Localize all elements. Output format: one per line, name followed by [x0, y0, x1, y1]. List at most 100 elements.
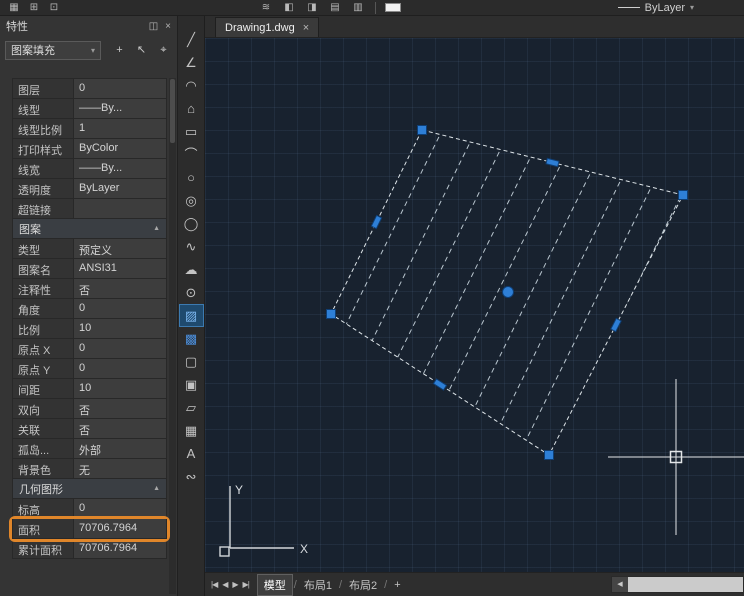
close-tab-icon[interactable]: × — [303, 22, 309, 34]
pickadd-toggle-button[interactable]: + — [111, 42, 128, 59]
property-value[interactable]: 预定义 — [74, 239, 167, 259]
ortho-icon[interactable]: ⊡ — [46, 1, 62, 15]
property-value[interactable]: 0 — [74, 359, 167, 379]
layout-nav-button-0[interactable]: |◀ — [211, 580, 217, 589]
property-value[interactable]: 70706.7964 — [74, 519, 167, 539]
layout-tab-布局1[interactable]: 布局1 — [298, 575, 338, 595]
property-value[interactable]: 0 — [74, 79, 167, 99]
scrollbar-thumb[interactable] — [628, 577, 743, 592]
property-row[interactable]: 线型比例1 — [12, 119, 167, 139]
center-grip[interactable] — [503, 287, 514, 298]
scroll-left-button[interactable]: ◀ — [612, 577, 628, 592]
viewport-icon[interactable]: ▥ — [350, 1, 366, 15]
vertex-grip[interactable] — [679, 191, 688, 200]
hatch-pattern-lines[interactable] — [308, 89, 704, 462]
arc-3point-icon[interactable]: ⌒ — [179, 143, 204, 166]
menu-grid-icon[interactable]: ▦ — [6, 1, 22, 15]
collapse-icon[interactable]: ▲ — [153, 225, 160, 232]
layout-tab-+[interactable]: + — [388, 577, 406, 593]
panel-scrollbar-thumb[interactable] — [170, 79, 175, 143]
midpoint-grip[interactable] — [371, 215, 381, 228]
horizontal-scrollbar[interactable]: ◀ — [611, 576, 744, 593]
quick-select-button[interactable]: ⌖ — [155, 42, 172, 59]
gradient-icon[interactable]: ▩ — [179, 327, 204, 350]
layout-nav-button-2[interactable]: ▶ — [232, 580, 237, 589]
vertex-grip[interactable] — [327, 310, 336, 319]
property-row[interactable]: 透明度ByLayer — [12, 179, 167, 199]
auto-hide-icon[interactable]: ◫ — [149, 21, 158, 32]
midpoint-grip[interactable] — [611, 318, 621, 331]
property-value[interactable]: ByColor — [74, 139, 167, 159]
ellipse-icon[interactable]: ◯ — [179, 212, 204, 235]
property-row[interactable]: 累计面积70706.7964 — [12, 539, 167, 559]
property-row[interactable]: 间距10 — [12, 379, 167, 399]
polygon-icon[interactable]: ⌂ — [179, 97, 204, 120]
polyline-icon[interactable]: ∠ — [179, 51, 204, 74]
property-row[interactable]: 图层0 — [12, 79, 167, 99]
text-icon[interactable]: A — [179, 442, 204, 465]
property-row[interactable]: 图案名ANSI31 — [12, 259, 167, 279]
property-row[interactable]: 超链接 — [12, 199, 167, 219]
property-row[interactable]: 类型预定义 — [12, 239, 167, 259]
property-value[interactable]: ——By... — [74, 99, 167, 119]
property-value[interactable]: 否 — [74, 419, 167, 439]
circle-icon[interactable]: ○ — [179, 166, 204, 189]
property-row[interactable]: 双向否 — [12, 399, 167, 419]
property-value[interactable]: 外部 — [74, 439, 167, 459]
property-row[interactable]: 原点 Y0 — [12, 359, 167, 379]
property-row[interactable]: 打印样式ByColor — [12, 139, 167, 159]
table-icon[interactable]: ▦ — [179, 419, 204, 442]
property-row[interactable]: 关联否 — [12, 419, 167, 439]
property-value[interactable]: 否 — [74, 279, 167, 299]
layout-nav-button-3[interactable]: ▶| — [243, 580, 249, 589]
property-row[interactable]: 孤岛...外部 — [12, 439, 167, 459]
close-icon[interactable]: × — [165, 21, 171, 32]
property-row[interactable]: 角度0 — [12, 299, 167, 319]
revcloud-icon[interactable]: ☁ — [179, 258, 204, 281]
layout-tab-模型[interactable]: 模型 — [257, 574, 293, 596]
rectangle-icon[interactable]: ▭ — [179, 120, 204, 143]
property-value[interactable]: ——By... — [74, 159, 167, 179]
surface-side-icon[interactable]: ◨ — [304, 1, 320, 15]
property-row[interactable]: 背景色无 — [12, 459, 167, 479]
document-tab[interactable]: Drawing1.dwg × — [215, 17, 319, 37]
property-value[interactable]: ByLayer — [74, 179, 167, 199]
midpoint-grip[interactable] — [546, 158, 559, 166]
property-row[interactable]: 标高0 — [12, 499, 167, 519]
select-objects-button[interactable]: ↖ — [133, 42, 150, 59]
color-swatch[interactable] — [385, 3, 401, 12]
leader-icon[interactable]: ∾ — [179, 465, 204, 488]
wipeout-icon[interactable]: ▱ — [179, 396, 204, 419]
section-header-pattern[interactable]: 图案▲ — [12, 219, 167, 239]
property-value[interactable]: 10 — [74, 379, 167, 399]
boundary-icon[interactable]: ▢ — [179, 350, 204, 373]
vertex-grip[interactable] — [418, 126, 427, 135]
layout-nav-button-1[interactable]: ◀ — [222, 580, 227, 589]
point-icon[interactable]: ⊙ — [179, 281, 204, 304]
drawing-canvas[interactable]: YX — [205, 38, 744, 572]
property-value[interactable]: 0 — [74, 339, 167, 359]
collapse-icon[interactable]: ▲ — [153, 485, 160, 492]
property-value[interactable]: 无 — [74, 459, 167, 479]
property-value[interactable]: 否 — [74, 399, 167, 419]
property-value[interactable]: 70706.7964 — [74, 539, 167, 559]
donut-icon[interactable]: ◎ — [179, 189, 204, 212]
property-row[interactable]: 原点 X0 — [12, 339, 167, 359]
property-value[interactable]: 10 — [74, 319, 167, 339]
property-row[interactable]: 线型——By... — [12, 99, 167, 119]
snap-grid-icon[interactable]: ⊞ — [26, 1, 42, 15]
arc-icon[interactable]: ◠ — [179, 74, 204, 97]
object-color-dropdown[interactable]: ByLayer ▾ — [618, 2, 694, 14]
hatch-icon[interactable]: ▨ — [179, 304, 204, 327]
midpoint-grip[interactable] — [433, 379, 446, 390]
spline-icon[interactable]: ∿ — [179, 235, 204, 258]
property-row[interactable]: 注释性否 — [12, 279, 167, 299]
region-icon[interactable]: ▣ — [179, 373, 204, 396]
line-icon[interactable]: ╱ — [179, 28, 204, 51]
layout-tab-布局2[interactable]: 布局2 — [343, 575, 383, 595]
property-row[interactable]: 比例10 — [12, 319, 167, 339]
property-value[interactable] — [74, 199, 167, 219]
property-value[interactable]: ANSI31 — [74, 259, 167, 279]
vertex-grip[interactable] — [545, 451, 554, 460]
sheet-set-icon[interactable]: ▤ — [327, 1, 343, 15]
